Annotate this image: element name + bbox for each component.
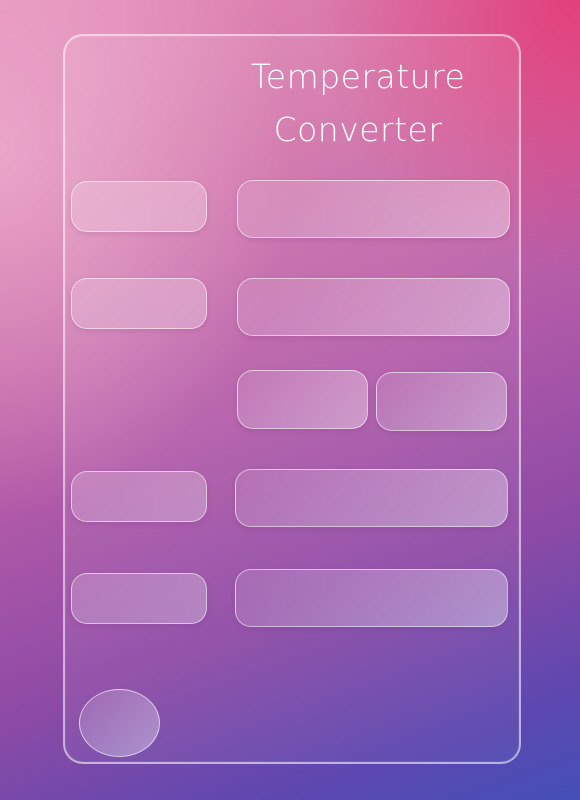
- row1-label-box: [71, 181, 207, 232]
- convert-button[interactable]: [237, 370, 368, 429]
- app-title-line2: Converter: [273, 110, 443, 149]
- circle-button[interactable]: [79, 689, 160, 757]
- row2-select-field[interactable]: [237, 278, 510, 336]
- row2-label-box: [71, 278, 207, 329]
- row5-output-field: [235, 569, 508, 627]
- row4-output-field: [235, 469, 508, 527]
- reset-button[interactable]: [376, 372, 507, 431]
- row1-input-field[interactable]: [237, 180, 510, 238]
- app-title-line1: Temperature: [250, 57, 466, 96]
- row5-label-box: [71, 573, 207, 624]
- app-title: Temperature Converter: [236, 50, 480, 156]
- row4-label-box: [71, 471, 207, 522]
